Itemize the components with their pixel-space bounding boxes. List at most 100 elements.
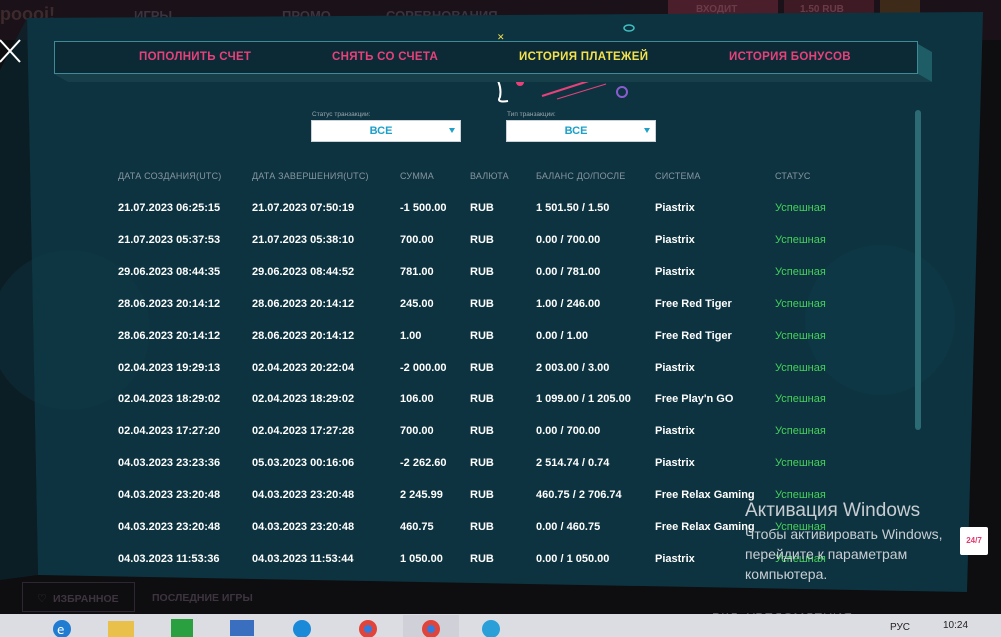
- cell-status: Успешная: [775, 393, 826, 406]
- cell-created: 04.03.2023 23:23:36: [118, 457, 221, 470]
- cell-system: Piastrix: [655, 425, 695, 438]
- cell-amount: -2 262.60: [400, 457, 447, 470]
- cell-amount: 1 050.00: [400, 552, 443, 565]
- tray-clock[interactable]: 10:24: [943, 620, 968, 631]
- tab-deposit[interactable]: ПОПОЛНИТЬ СЧЕТ: [139, 51, 251, 63]
- status-filter-value: ВСЕ: [369, 125, 393, 137]
- cell-system: Free Relax Gaming: [655, 489, 755, 502]
- cell-created: 02.04.2023 19:29:13: [118, 361, 221, 374]
- cell-amount: 2 245.99: [400, 489, 443, 502]
- type-filter-label: Тип транзакции:: [507, 111, 556, 118]
- cell-completed: 02.04.2023 17:27:28: [252, 425, 355, 438]
- taskbar-chrome-2[interactable]: [403, 615, 459, 637]
- windows-activation-watermark: Активация Windows Чтобы активировать Win…: [745, 500, 975, 584]
- deposit-button[interactable]: [880, 0, 920, 20]
- keyboard-icon: [230, 620, 254, 636]
- col-completed[interactable]: ДАТА ЗАВЕРШЕНИЯ(UTC): [252, 171, 369, 181]
- cell-currency: RUB: [470, 265, 494, 278]
- cell-completed: 04.03.2023 23:20:48: [252, 489, 355, 502]
- col-system[interactable]: СИСТЕМА: [655, 171, 701, 181]
- cell-amount: 460.75: [400, 521, 434, 533]
- cell-balance: 2 514.74 / 0.74: [536, 457, 610, 470]
- favorites-button[interactable]: ♡ ИЗБРАННОЕ: [22, 582, 135, 612]
- cell-currency: RUB: [470, 489, 494, 502]
- cell-system: Free Play'n GO: [655, 393, 734, 406]
- cell-currency: RUB: [470, 297, 494, 310]
- cell-system: Piastrix: [655, 233, 695, 246]
- table-row: 29.06.2023 08:44:35 29.06.2023 08:44:52 78…: [0, 266, 1001, 286]
- cell-balance: 0.00 / 460.75: [536, 521, 601, 533]
- taskbar-explorer[interactable]: [94, 615, 150, 637]
- cell-amount: -1 500.00: [400, 202, 447, 214]
- chevron-down-icon: [644, 128, 650, 133]
- col-amount[interactable]: СУММА: [400, 171, 434, 181]
- cell-balance: 1 099.00 / 1 205.00: [536, 393, 631, 406]
- support-chat-button[interactable]: 24/7: [960, 527, 988, 555]
- recent-games-button[interactable]: ПОСЛЕДНИЕ ИГРЫ: [152, 592, 253, 604]
- nav-promo[interactable]: ПРОМО: [282, 8, 331, 23]
- cell-created: 04.03.2023 23:20:48: [118, 489, 221, 502]
- table-row: 02.04.2023 17:27:20 02.04.2023 17:27:28 70…: [0, 425, 1001, 445]
- cell-balance: 1.00 / 246.00: [536, 297, 601, 310]
- cell-balance: 1 501.50 / 1.50: [536, 202, 610, 214]
- nav-games[interactable]: ИГРЫ: [134, 8, 172, 23]
- cell-completed: 29.06.2023 08:44:52: [252, 265, 355, 278]
- store-icon: [171, 619, 193, 637]
- chevron-down-icon: [449, 128, 455, 133]
- cell-currency: RUB: [470, 393, 494, 406]
- cell-balance: 0.00 / 700.00: [536, 425, 601, 438]
- cell-status: Успешная: [775, 297, 826, 310]
- balance-display[interactable]: 1.50 RUB: [784, 0, 874, 20]
- cell-balance: 0.00 / 781.00: [536, 265, 601, 278]
- cell-amount: 1.00: [400, 329, 422, 342]
- cell-currency: RUB: [470, 361, 494, 374]
- site-logo: poooi!: [0, 4, 55, 24]
- cell-system: Free Red Tiger: [655, 297, 732, 310]
- cell-status: Успешная: [775, 329, 826, 342]
- taskbar-chrome-1[interactable]: [340, 615, 396, 637]
- tray-language[interactable]: РУС: [890, 622, 910, 633]
- ie-icon: e: [53, 620, 71, 637]
- cell-created: 21.07.2023 05:37:53: [118, 233, 221, 246]
- table-row: 28.06.2023 20:14:12 28.06.2023 20:14:12 1.…: [0, 330, 1001, 350]
- status-filter-select[interactable]: ВСЕ: [311, 120, 461, 142]
- col-balance[interactable]: БАЛАНС ДО/ПОСЛЕ: [536, 171, 626, 181]
- cell-amount: -2 000.00: [400, 361, 447, 374]
- taskbar-telegram[interactable]: [463, 615, 519, 637]
- cell-amount: 700.00: [400, 233, 434, 246]
- taskbar-edge[interactable]: [274, 615, 330, 637]
- close-icon[interactable]: [0, 34, 24, 68]
- cell-created: 02.04.2023 18:29:02: [118, 393, 221, 406]
- cell-system: Piastrix: [655, 361, 695, 374]
- col-currency[interactable]: ВАЛЮТА: [470, 171, 509, 181]
- cell-created: 28.06.2023 20:14:12: [118, 297, 221, 310]
- col-created[interactable]: ДАТА СОЗДАНИЯ(UTC): [118, 171, 222, 181]
- table-row: 04.03.2023 23:23:36 05.03.2023 00:16:06 -2…: [0, 457, 1001, 477]
- taskbar-keyboard[interactable]: [214, 615, 270, 637]
- cell-currency: RUB: [470, 233, 494, 246]
- cell-system: Piastrix: [655, 552, 695, 565]
- scrollbar[interactable]: [915, 110, 921, 430]
- cell-amount: 245.00: [400, 297, 434, 310]
- tab-bonus-history[interactable]: ИСТОРИЯ БОНУСОВ: [729, 51, 851, 63]
- cell-amount: 781.00: [400, 265, 434, 278]
- cell-status: Успешная: [775, 265, 826, 278]
- activation-title: Активация Windows: [745, 500, 921, 521]
- type-filter-select[interactable]: ВСЕ: [506, 120, 656, 142]
- cell-completed: 28.06.2023 20:14:12: [252, 329, 355, 342]
- cell-balance: 0.00 / 1 050.00: [536, 552, 610, 565]
- col-status[interactable]: СТАТУС: [775, 171, 811, 181]
- login-button[interactable]: ВХОДИТ: [668, 0, 778, 20]
- tab-payment-history[interactable]: ИСТОРИЯ ПЛАТЕЖЕЙ: [519, 51, 648, 63]
- cell-system: Free Relax Gaming: [655, 521, 755, 533]
- cell-currency: RUB: [470, 457, 494, 470]
- cell-completed: 05.03.2023 00:16:06: [252, 457, 355, 470]
- cell-created: 28.06.2023 20:14:12: [118, 329, 221, 342]
- tab-withdraw[interactable]: СНЯТЬ СО СЧЕТА: [332, 51, 438, 63]
- cell-created: 29.06.2023 08:44:35: [118, 265, 221, 278]
- cell-created: 04.03.2023 11:53:36: [118, 552, 220, 565]
- taskbar-ie[interactable]: e: [34, 615, 90, 637]
- nav-tournaments[interactable]: СОРЕВНОВАНИЯ: [386, 8, 498, 23]
- taskbar-store[interactable]: [154, 615, 210, 637]
- cell-completed: 28.06.2023 20:14:12: [252, 297, 355, 310]
